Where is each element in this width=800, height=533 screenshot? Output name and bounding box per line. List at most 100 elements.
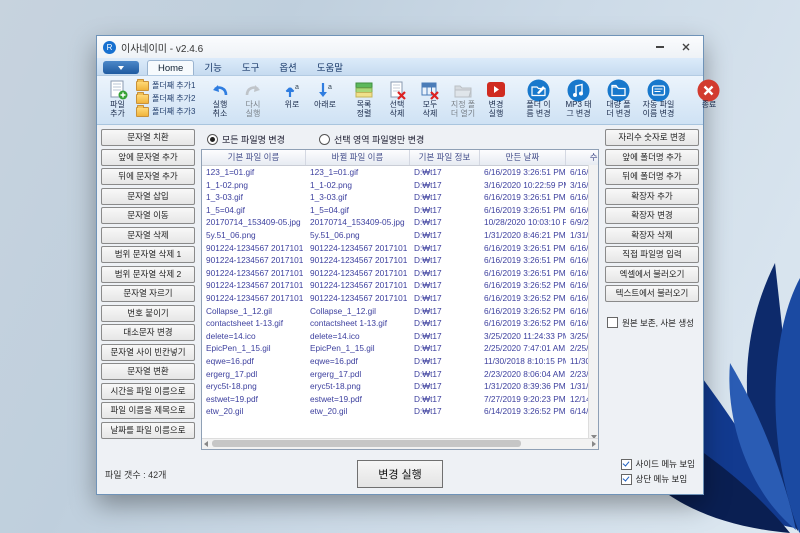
left-action-button-10[interactable]: 번호 붙이기	[101, 304, 195, 322]
add-folder-button-1[interactable]: 폴더째 추가1	[136, 78, 195, 92]
table-row[interactable]: 901224-1234567 2017101 901224-1234567 201…	[202, 242, 598, 255]
run-change-label: 변경 실행	[488, 100, 504, 118]
table-row[interactable]: delete=14.ico delete=14.ico D:₩t17 3/25/202…	[202, 330, 598, 343]
delete-selected-button[interactable]: 선택 삭제	[380, 78, 413, 118]
preserve-original-checkbox[interactable]: 원본 보존, 사본 생성	[605, 317, 699, 329]
table-row[interactable]: ergerg_17.pdl ergerg_17.pdl D:₩t17 2/23/202…	[202, 368, 598, 381]
exit-button[interactable]: 종료	[692, 78, 725, 110]
left-action-button-8[interactable]: 범위 문자열 삭제 2	[101, 265, 195, 283]
right-action-button-5[interactable]: 확장자 변경	[605, 207, 699, 224]
table-row[interactable]: contactsheet 1-13.gif contactsheet 1-13.g…	[202, 317, 598, 330]
tab-도구[interactable]: 도구	[232, 58, 269, 75]
column-header-4[interactable]: 만든 날짜	[480, 150, 566, 165]
folder-open-icon	[453, 79, 473, 101]
table-row[interactable]: Collapse_1_12.gil Collapse_1_12.gil D:₩t17…	[202, 305, 598, 318]
circle-folder-icon	[607, 79, 630, 101]
column-header-5[interactable]: 수정한 날짜	[566, 150, 598, 165]
left-action-button-3[interactable]: 뒤에 문자열 추가	[101, 168, 195, 185]
table-header[interactable]: 기본 파일 이름바뀔 파일 이름기본 파일 정보만든 날짜수정한 날짜	[202, 150, 598, 166]
auto-rename-button[interactable]: 자동 파일 이름 변경	[638, 78, 678, 118]
tab-도움말[interactable]: 도움말	[307, 58, 353, 75]
file-list-table: 기본 파일 이름바뀔 파일 이름기본 파일 정보만든 날짜수정한 날짜 123_…	[201, 149, 599, 450]
cell: Collapse_1_12.gil	[310, 305, 376, 316]
table-row[interactable]: 123_1=01.gif 123_1=01.gif D:₩t17 6/16/2019 …	[202, 166, 598, 179]
cell: D:₩t17	[414, 318, 442, 329]
footer-checkbox-1[interactable]: 사이드 메뉴 보임	[620, 458, 695, 470]
left-action-button-11[interactable]: 대소문자 변경	[101, 324, 195, 341]
right-action-button-3[interactable]: 뒤에 폴더명 추가	[605, 168, 699, 185]
table-row[interactable]: 5y.51_06.png 5y.51_06.png D:₩t17 1/31/2020 …	[202, 229, 598, 242]
left-action-button-9[interactable]: 문자열 자르기	[101, 285, 195, 302]
radio-all-filenames[interactable]: 모든 파일명 변경	[207, 133, 285, 146]
right-action-button-4[interactable]: 확장자 추가	[605, 187, 699, 205]
column-header-1[interactable]: 기본 파일 이름	[202, 150, 306, 165]
mp3-tag-button[interactable]: MP3 태 그 변경	[558, 78, 598, 118]
tab-기능[interactable]: 기능	[194, 58, 231, 75]
move-up-button[interactable]: a 위로	[275, 78, 308, 110]
left-action-button-6[interactable]: 문자열 삭제	[101, 226, 195, 244]
delete-all-button[interactable]: 모두 삭제	[413, 78, 446, 118]
table-row[interactable]: 901224-1234567 2017101 901224-1234567 201…	[202, 292, 598, 305]
left-action-button-16[interactable]: 날짜를 파일 이름으로	[101, 421, 195, 439]
table-row[interactable]: 901224-1234567 2017101 901224-1234567 201…	[202, 267, 598, 280]
footer-checkbox-label: 상단 메뉴 보임	[635, 474, 688, 484]
move-down-button[interactable]: a 아래로	[308, 78, 341, 110]
run-change-button[interactable]: 변경 실행	[479, 78, 512, 118]
right-action-button-7[interactable]: 직접 파일명 입력	[605, 246, 699, 263]
file-count-status: 파일 갯수 : 42개	[105, 469, 167, 480]
sort-list-button[interactable]: 목록 정렬	[347, 78, 380, 118]
table-row[interactable]: eqwe=16.pdf eqwe=16.pdf D:₩t17 11/30/2018 8…	[202, 355, 598, 368]
left-action-button-7[interactable]: 범위 문자열 삭제 1	[101, 246, 195, 263]
title-bar[interactable]: R 이사네이미 - v2.4.6	[97, 36, 703, 58]
table-row[interactable]: etw_20.gil etw_20.gil D:₩t17 6/14/2019 3:26…	[202, 405, 598, 418]
left-action-button-15[interactable]: 파일 이름을 제목으로	[101, 402, 195, 419]
footer-checkbox-2[interactable]: 상단 메뉴 보임	[620, 473, 695, 485]
left-action-button-5[interactable]: 문자열 이동	[101, 207, 195, 224]
left-action-button-13[interactable]: 문자열 변환	[101, 363, 195, 380]
cell: 1_1-02.png	[206, 179, 248, 190]
undo-button[interactable]: 실행 취소	[203, 78, 236, 118]
execute-rename-button[interactable]: 변경 실행	[357, 460, 443, 488]
left-action-button-14[interactable]: 시간을 파일 이름으로	[101, 382, 195, 400]
column-header-2[interactable]: 바뀔 파일 이름	[306, 150, 410, 165]
left-action-button-4[interactable]: 문자열 삽입	[101, 187, 195, 205]
table-row[interactable]: 20170714_153409-05.jpg 20170714_153409-05…	[202, 216, 598, 229]
horizontal-scrollbar[interactable]	[202, 438, 598, 449]
table-row[interactable]: 901224-1234567 2017101 901224-1234567 201…	[202, 279, 598, 292]
scrollbar-thumb[interactable]	[212, 440, 521, 447]
radio-selected-only[interactable]: 선택 영역 파일명만 변경	[318, 133, 424, 146]
right-action-button-1[interactable]: 자리수 숫자로 변경	[605, 129, 699, 146]
table-row[interactable]: 1_5=04.gif 1_5=04.gif D:₩t17 6/16/2019 3:26…	[202, 204, 598, 217]
bulk-folder-button[interactable]: 대량 폴 더 변경	[598, 78, 638, 118]
vertical-scrollbar[interactable]	[588, 165, 598, 439]
close-button[interactable]	[675, 39, 697, 55]
left-action-button-2[interactable]: 앞에 문자열 추가	[101, 148, 195, 166]
table-row[interactable]: EpicPen_1_15.gil EpicPen_1_15.gil D:₩t17 2/…	[202, 342, 598, 355]
right-action-button-8[interactable]: 엑셀에서 불러오기	[605, 265, 699, 283]
add-file-button[interactable]: 파일 추가	[101, 78, 134, 118]
add-folder-button-3[interactable]: 폴더째 추가3	[136, 104, 195, 118]
table-row[interactable]: 1_3-03.gif 1_3-03.gif D:₩t17 6/16/2019 3:26…	[202, 191, 598, 204]
rename-folder-button[interactable]: 폴더 이 름 변경	[518, 78, 558, 118]
column-header-3[interactable]: 기본 파일 정보	[410, 150, 480, 165]
table-row[interactable]: 901224-1234567 2017101 901224-1234567 201…	[202, 254, 598, 267]
table-row[interactable]: estwet=19.pdf estwet=19.pdf D:₩t17 7/27/201…	[202, 393, 598, 406]
minimize-button[interactable]	[649, 39, 671, 55]
right-action-button-9[interactable]: 텍스트에서 불러오기	[605, 285, 699, 302]
close-icon	[682, 43, 690, 51]
add-folder-button-2[interactable]: 폴더째 추가2	[136, 91, 195, 105]
cell: 5y.51_06.png	[206, 229, 256, 240]
right-action-button-6[interactable]: 확장자 삭제	[605, 226, 699, 244]
tab-옵션[interactable]: 옵션	[269, 58, 306, 75]
app-menu-button[interactable]	[103, 61, 139, 74]
right-action-button-2[interactable]: 앞에 폴더명 추가	[605, 148, 699, 166]
left-action-button-12[interactable]: 문자열 사이 빈칸넣기	[101, 343, 195, 361]
radio-unselected-icon	[318, 133, 330, 145]
center-panel: 모든 파일명 변경 선택 영역 파일명만 변경 기본 파일 이름 바뀔 파일 이름…	[201, 129, 599, 450]
add-folder-group: 폴더째 추가1 폴더째 추가2 폴더째 추가3	[136, 78, 195, 118]
table-row[interactable]: eryc5t-18.png eryc5t-18.png D:₩t17 1/31/202…	[202, 380, 598, 393]
cell: eqwe=16.pdf	[310, 355, 358, 366]
tab-home[interactable]: Home	[147, 60, 195, 75]
left-action-button-1[interactable]: 문자열 치환	[101, 129, 195, 146]
table-row[interactable]: 1_1-02.png 1_1-02.png D:₩t17 3/16/2020 10:2…	[202, 179, 598, 192]
